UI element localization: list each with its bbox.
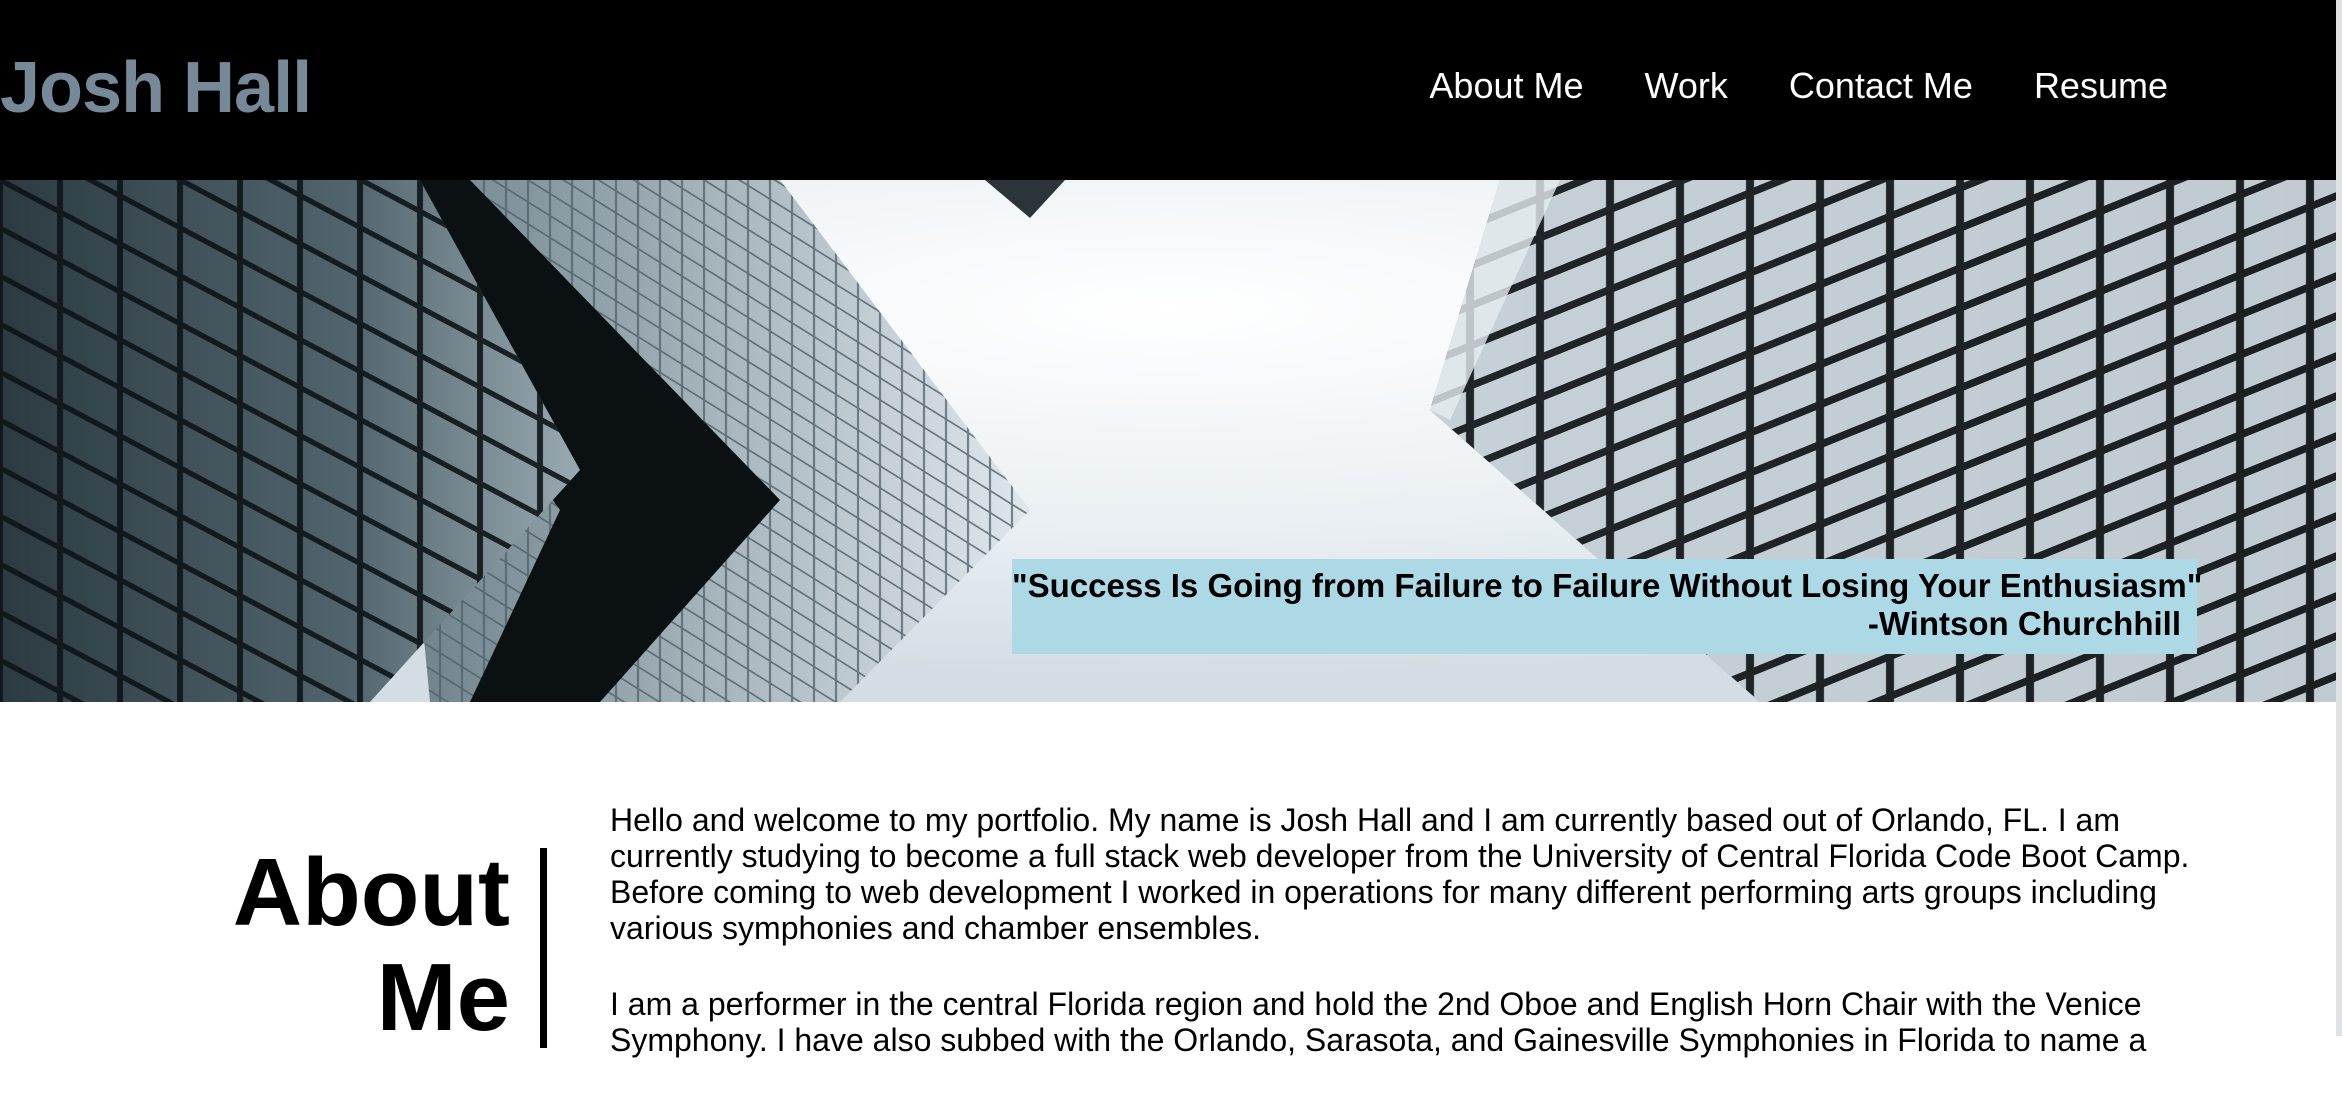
about-paragraph-2: I am a performer in the central Florida …: [610, 986, 2147, 1058]
nav-link-contact-me[interactable]: Contact Me: [1789, 62, 1973, 110]
site-title[interactable]: Josh Hall: [0, 48, 312, 128]
hero-quote-author: -Wintson Churchhill: [1867, 605, 2181, 642]
about-divider: [540, 848, 547, 1048]
about-body: Hello and welcome to my portfolio. My na…: [610, 802, 2200, 1098]
about-heading-line1: About: [232, 839, 510, 946]
nav-link-about-me[interactable]: About Me: [1429, 62, 1583, 110]
about-heading-line2: Me: [376, 944, 510, 1051]
about-heading: About Me: [110, 840, 510, 1050]
main-nav: About Me Work Contact Me Resume: [1429, 62, 2168, 110]
scrollbar-track[interactable]: [2336, 0, 2342, 1036]
about-paragraph-1: Hello and welcome to my portfolio. My na…: [610, 802, 2190, 946]
hero-quote-text: "Success Is Going from Failure to Failur…: [1012, 567, 2203, 604]
site-header: Josh Hall About Me Work Contact Me Resum…: [0, 0, 2336, 180]
hero-quote: "Success Is Going from Failure to Failur…: [1012, 559, 2203, 654]
nav-link-resume[interactable]: Resume: [2034, 62, 2168, 110]
hero-banner: "Success Is Going from Failure to Failur…: [0, 180, 2336, 702]
nav-link-work[interactable]: Work: [1645, 62, 1728, 110]
